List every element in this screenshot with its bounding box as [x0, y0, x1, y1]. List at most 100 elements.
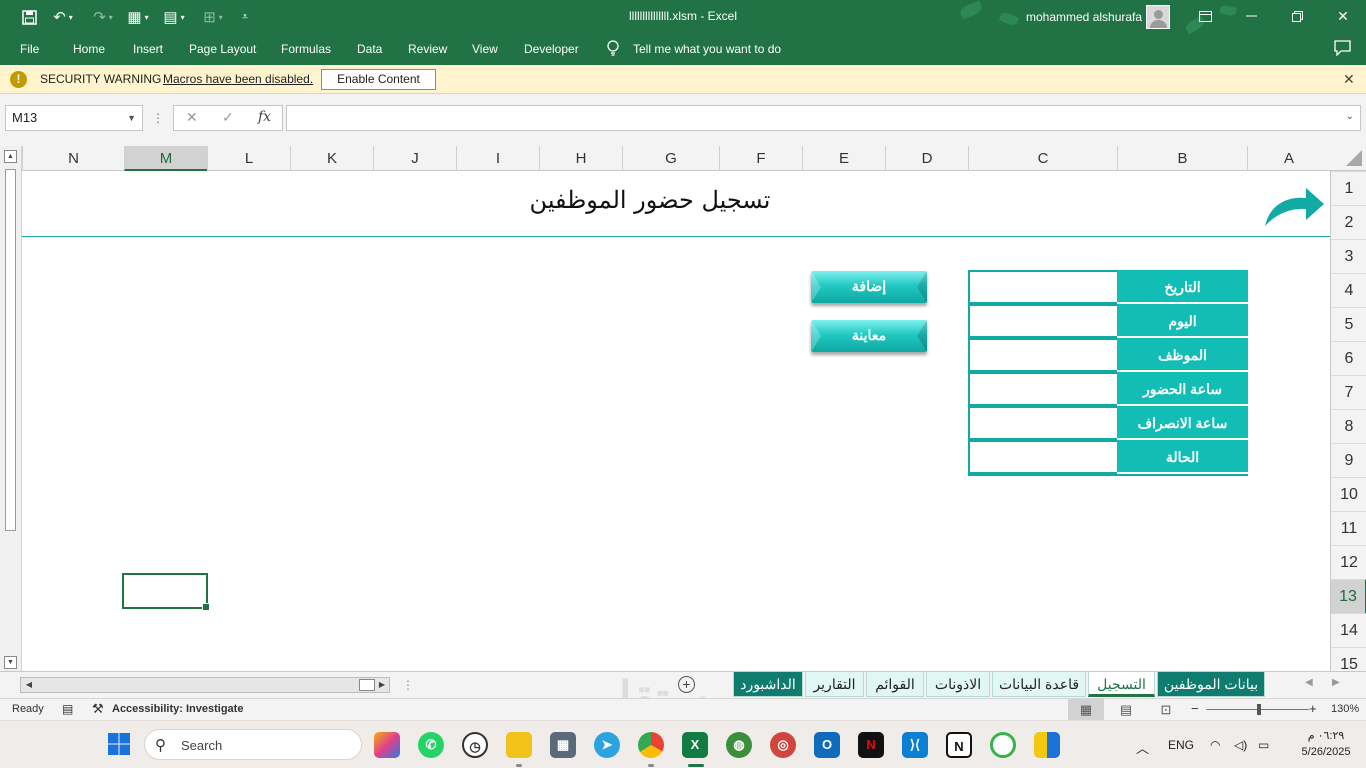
tab-split-handle-icon[interactable]: ⋮: [402, 678, 414, 692]
menu-home[interactable]: Home: [73, 42, 105, 56]
check-in-input[interactable]: [968, 372, 1117, 406]
select-all-corner[interactable]: [1330, 146, 1366, 171]
employee-input[interactable]: [968, 338, 1117, 372]
column-header-i[interactable]: I: [456, 146, 539, 171]
check-out-input[interactable]: [968, 406, 1117, 440]
close-icon[interactable]: ✕: [1328, 4, 1358, 28]
row-header-5[interactable]: 5: [1331, 307, 1366, 341]
wifi-icon[interactable]: ◠: [1210, 738, 1220, 752]
tab-lists[interactable]: القوائم: [866, 672, 924, 697]
insert-function-icon[interactable]: fx: [258, 109, 271, 125]
column-header-f[interactable]: F: [719, 146, 802, 171]
menu-insert[interactable]: Insert: [133, 42, 163, 56]
notion-icon[interactable]: N: [946, 732, 972, 758]
menu-file[interactable]: File: [20, 42, 39, 56]
row-header-7[interactable]: 7: [1331, 375, 1366, 409]
column-header-l[interactable]: L: [207, 146, 290, 171]
preview-button[interactable]: معاينة: [811, 320, 927, 352]
row-header-14[interactable]: 14: [1331, 613, 1366, 647]
page-layout-view-icon[interactable]: ▤: [1108, 699, 1144, 720]
battery-icon[interactable]: ▭: [1258, 738, 1269, 752]
zoom-slider-thumb[interactable]: [1257, 704, 1261, 715]
row-header-6[interactable]: 6: [1331, 341, 1366, 375]
curved-arrow-icon[interactable]: [1262, 182, 1326, 230]
taskbar-search[interactable]: ⚲ Search: [144, 729, 362, 760]
add-button[interactable]: إضافة: [811, 271, 927, 303]
accessibility-status[interactable]: Accessibility: Investigate: [112, 703, 243, 715]
show-hidden-icons-icon[interactable]: ︿: [1136, 738, 1149, 757]
accessibility-icon[interactable]: ⚒: [92, 701, 104, 717]
zoom-level[interactable]: 130%: [1331, 703, 1359, 715]
resize-handle-icon[interactable]: ⋮: [152, 111, 164, 125]
row-header-15[interactable]: 15: [1331, 647, 1366, 671]
normal-view-icon[interactable]: ▦: [1068, 699, 1104, 720]
enable-content-button[interactable]: Enable Content: [321, 69, 436, 90]
page-break-view-icon[interactable]: ⊡: [1148, 699, 1184, 720]
clock-app-icon[interactable]: ◷: [462, 732, 488, 758]
tab-registration[interactable]: التسجيل: [1088, 672, 1155, 697]
vscode-icon[interactable]: ⟩⟨: [902, 732, 928, 758]
column-header-d[interactable]: D: [885, 146, 968, 171]
clock[interactable]: ٠٦:٢٩ م 5/26/2025: [1291, 728, 1361, 760]
scroll-thumb[interactable]: [5, 169, 16, 531]
minimize-icon[interactable]: [1236, 4, 1266, 28]
row-header-11[interactable]: 11: [1331, 511, 1366, 545]
telegram-icon[interactable]: ➤: [594, 732, 620, 758]
column-header-c[interactable]: C: [968, 146, 1117, 171]
row-header-12[interactable]: 12: [1331, 545, 1366, 579]
horizontal-scrollbar[interactable]: ◀ ▶: [20, 677, 390, 693]
row-header-4[interactable]: 4: [1331, 273, 1366, 307]
windows-start-icon[interactable]: [106, 732, 132, 758]
user-name[interactable]: mohammed alshurafa: [1026, 10, 1142, 24]
row-header-13[interactable]: 13: [1331, 579, 1366, 613]
menu-page-layout[interactable]: Page Layout: [189, 42, 256, 56]
scroll-right-icon[interactable]: ▶: [376, 679, 388, 691]
tell-me-search[interactable]: Tell me what you want to do: [633, 42, 781, 56]
menu-developer[interactable]: Developer: [524, 42, 579, 56]
column-header-n[interactable]: N: [22, 146, 124, 171]
comments-icon[interactable]: [1334, 40, 1351, 59]
tab-scroll-right-icon[interactable]: ▶: [1332, 677, 1340, 688]
row-header-3[interactable]: 3: [1331, 239, 1366, 273]
column-header-e[interactable]: E: [802, 146, 885, 171]
outlook-icon[interactable]: O: [814, 732, 840, 758]
column-header-g[interactable]: G: [622, 146, 719, 171]
excel-icon[interactable]: X: [682, 732, 708, 758]
formula-input[interactable]: ⌄: [286, 105, 1361, 131]
restore-icon[interactable]: [1282, 4, 1312, 28]
tab-database[interactable]: قاعدة البيانات: [992, 672, 1086, 697]
cancel-icon[interactable]: ✕: [186, 109, 198, 126]
whatsapp-icon[interactable]: ✆: [418, 732, 444, 758]
name-box[interactable]: M13 ▼: [5, 105, 143, 131]
scroll-up-icon[interactable]: ▲: [4, 150, 17, 163]
ribbon-display-icon[interactable]: [1190, 4, 1220, 28]
tab-permissions[interactable]: الاذونات: [926, 672, 990, 697]
vertical-scrollbar[interactable]: ▲ ▼: [0, 146, 22, 671]
app-spiral-icon[interactable]: ◎: [770, 732, 796, 758]
menu-review[interactable]: Review: [408, 42, 447, 56]
netflix-icon[interactable]: N: [858, 732, 884, 758]
row-header-10[interactable]: 10: [1331, 477, 1366, 511]
language-indicator[interactable]: ENG: [1168, 738, 1194, 752]
day-input[interactable]: [968, 304, 1117, 338]
browser-globe-icon[interactable]: ◍: [726, 732, 752, 758]
column-header-j[interactable]: J: [373, 146, 456, 171]
copilot-icon[interactable]: [374, 732, 400, 758]
worksheet-grid[interactable]: ▲ ▼ N M L K J I H G F E D C B A 1 2 3 4 …: [0, 146, 1366, 671]
column-header-k[interactable]: K: [290, 146, 373, 171]
status-input[interactable]: [968, 440, 1117, 474]
close-warning-icon[interactable]: ✕: [1343, 71, 1355, 88]
menu-formulas[interactable]: Formulas: [281, 42, 331, 56]
column-header-m[interactable]: M: [124, 146, 207, 171]
selected-cell[interactable]: [122, 573, 210, 611]
column-header-h[interactable]: H: [539, 146, 622, 171]
h-scroll-thumb[interactable]: [359, 679, 375, 691]
security-message-link[interactable]: Macros have been disabled.: [163, 72, 313, 86]
scroll-left-icon[interactable]: ◀: [23, 679, 35, 691]
tab-employee-data[interactable]: بيانات الموظفين: [1157, 672, 1265, 697]
row-header-8[interactable]: 8: [1331, 409, 1366, 443]
date-input[interactable]: [968, 270, 1117, 304]
tab-dashboard[interactable]: الداشبورد: [733, 672, 803, 697]
column-header-b[interactable]: B: [1117, 146, 1247, 171]
row-header-1[interactable]: 1: [1331, 171, 1366, 205]
